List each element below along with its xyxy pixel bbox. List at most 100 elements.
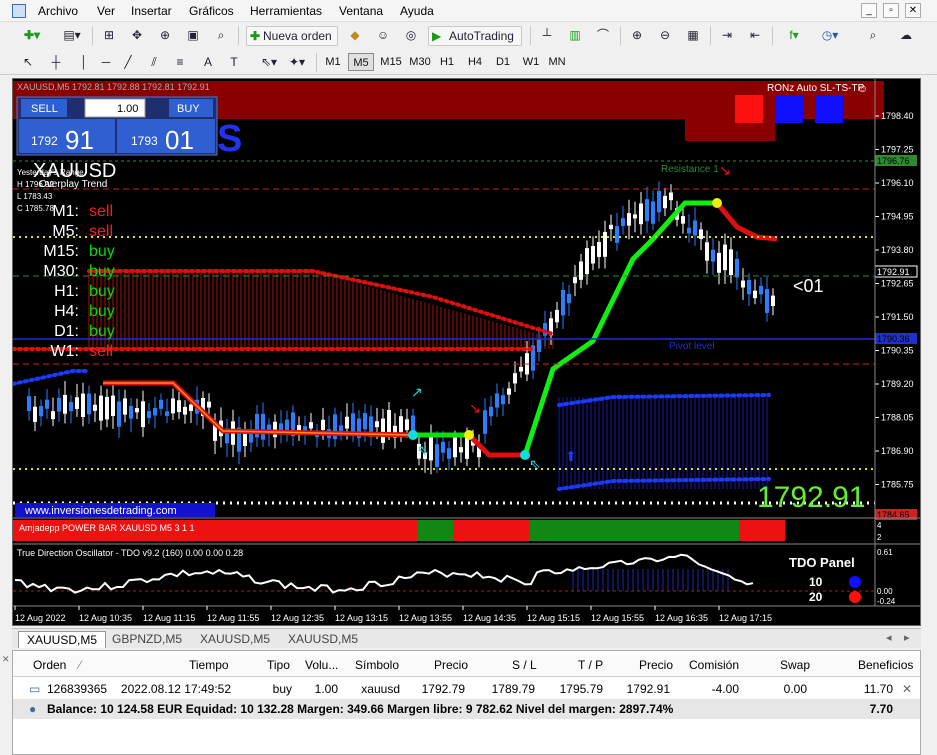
- menu-ventana[interactable]: Ventana: [339, 4, 383, 18]
- tf-d1[interactable]: D1: [490, 53, 516, 71]
- chat-icon[interactable]: ☁: [894, 26, 918, 46]
- close-icon[interactable]: ✕: [905, 3, 921, 18]
- time-tick-label: 12 Aug 16:35: [655, 613, 708, 623]
- signal-arrow-icon: ↘: [719, 162, 731, 178]
- tf-mn[interactable]: MN: [544, 53, 570, 71]
- signals-icon[interactable]: ☺: [374, 26, 392, 46]
- resistance-tag-text: 1796.76: [877, 156, 910, 166]
- cell-volumen: 1.00: [314, 682, 338, 696]
- shapes-icon[interactable]: ✦▾: [284, 53, 310, 73]
- trendline-icon[interactable]: ╱: [120, 53, 136, 73]
- menu-ayuda[interactable]: Ayuda: [400, 4, 434, 18]
- channel-icon[interactable]: ⫽: [146, 53, 162, 73]
- tf-w1[interactable]: W1: [518, 53, 544, 71]
- candle-bear: [75, 397, 79, 409]
- cursor-icon[interactable]: ↖: [20, 53, 36, 73]
- market-watch-icon[interactable]: ⊞: [100, 26, 118, 46]
- terminal-icon[interactable]: ▣: [184, 26, 202, 46]
- market-icon[interactable]: ◎: [402, 26, 420, 46]
- close-order-icon[interactable]: ✕: [902, 679, 912, 699]
- minimize-icon[interactable]: _: [861, 3, 877, 18]
- zoom-out-icon[interactable]: ⊖: [656, 26, 674, 46]
- col-orden[interactable]: Orden: [33, 655, 66, 675]
- arrows-icon[interactable]: ⇖▾: [256, 53, 282, 73]
- cell-simbolo: xauusd: [361, 682, 400, 696]
- menu-ver[interactable]: Ver: [97, 4, 115, 18]
- new-chart-icon[interactable]: ✚▾: [18, 26, 46, 46]
- col-tipo[interactable]: Tipo: [267, 655, 290, 675]
- cell-beneficios: 11.70: [863, 682, 893, 696]
- menu-graficos[interactable]: Gráficos: [189, 4, 234, 18]
- navigator-icon[interactable]: ✥: [128, 26, 146, 46]
- blue-square-1: [775, 95, 803, 123]
- tf-m30[interactable]: M30: [405, 53, 435, 71]
- terminal-close-icon[interactable]: ✕: [2, 654, 10, 665]
- horizontal-line-icon[interactable]: ─: [98, 53, 114, 73]
- bar-chart-icon[interactable]: ┴: [538, 26, 556, 46]
- candle-bull: [165, 411, 169, 416]
- zoom-in-icon[interactable]: ⊕: [628, 26, 646, 46]
- tab-scroll-left-icon[interactable]: ◂: [886, 631, 892, 644]
- menu-herramientas[interactable]: Herramientas: [250, 4, 322, 18]
- tab-gbpnzd-m5[interactable]: GBPNZD,M5: [104, 631, 190, 648]
- tf-m15[interactable]: M15: [376, 53, 406, 71]
- price-chart[interactable]: ↗↘⇖⇖↘⬆ XAUUSD,M5 1792.81 1792.88 1792.81…: [11, 79, 920, 625]
- col-comision[interactable]: Comisión: [689, 655, 739, 675]
- col-tiempo[interactable]: Tiempo: [189, 655, 229, 675]
- restore-icon[interactable]: ▫: [883, 3, 899, 18]
- chart-window[interactable]: ↗ ↘ ⇖ ⇖ ↘ ⬆ XAUUSD,M5 1792.81 1792.88 1792.81…: [11, 78, 921, 626]
- tab-xauusd-m5-2[interactable]: XAUUSD,M5: [192, 631, 278, 648]
- col-swap[interactable]: Swap: [780, 655, 810, 675]
- tdo-line: [14, 553, 754, 594]
- candle-bear: [93, 404, 97, 411]
- data-window-icon[interactable]: ⊕: [156, 26, 174, 46]
- candle-bull: [363, 413, 367, 430]
- autoscroll-icon[interactable]: ⇥: [718, 26, 736, 46]
- tab-xauusd-m5-1[interactable]: XAUUSD,M5: [18, 631, 107, 648]
- crosshair-icon[interactable]: ┼: [48, 53, 64, 73]
- signal-dot: [712, 198, 722, 208]
- sell-price-big: 91: [65, 125, 94, 155]
- col-beneficios[interactable]: Beneficios: [858, 655, 913, 675]
- col-simbolo[interactable]: Símbolo: [355, 655, 399, 675]
- candle-bear: [669, 192, 673, 201]
- fibonacci-icon[interactable]: ≡: [172, 53, 188, 73]
- menu-archivo[interactable]: Archivo: [38, 4, 78, 18]
- text-icon[interactable]: A: [200, 53, 216, 73]
- candle-bull: [711, 249, 715, 262]
- search-icon[interactable]: ⌕: [864, 26, 882, 46]
- tile-windows-icon[interactable]: ▦: [684, 26, 702, 46]
- profiles-icon[interactable]: ▤▾: [58, 26, 86, 46]
- line-chart-icon[interactable]: ⌒: [594, 26, 612, 46]
- col-volumen[interactable]: Volu...: [305, 655, 338, 675]
- sell-price-small: 1792: [31, 134, 58, 148]
- tdo-value-1: 10: [809, 575, 823, 589]
- vertical-line-icon[interactable]: │: [76, 53, 92, 73]
- menu-insertar[interactable]: Insertar: [131, 4, 172, 18]
- label-icon[interactable]: T: [226, 53, 242, 73]
- tester-icon[interactable]: ⌕: [212, 26, 230, 46]
- indicators-icon[interactable]: f▾: [780, 26, 808, 46]
- candle-bear: [603, 231, 607, 257]
- tf-h1[interactable]: H1: [434, 53, 460, 71]
- periods-icon[interactable]: ◷▾: [816, 26, 844, 46]
- tf-h4[interactable]: H4: [462, 53, 488, 71]
- autotrading-button[interactable]: ▶ AutoTrading: [428, 26, 522, 46]
- metaeditor-icon[interactable]: ◆: [346, 26, 364, 46]
- tf-m5[interactable]: M5: [348, 53, 374, 71]
- col-precio[interactable]: Precio: [434, 655, 468, 675]
- tf-m1[interactable]: M1: [320, 53, 346, 71]
- table-row[interactable]: ▭ 126839365 2022.08.12 17:49:52 buy 1.00…: [13, 679, 920, 699]
- tab-scroll-right-icon[interactable]: ▸: [904, 631, 910, 644]
- candle-bear: [309, 422, 313, 429]
- col-sl[interactable]: S / L: [512, 655, 537, 675]
- trend-tf-label: M30:: [43, 263, 79, 280]
- new-order-button[interactable]: ✚ Nueva orden: [246, 26, 338, 46]
- candlestick-icon[interactable]: ▥: [566, 26, 584, 46]
- col-precio-actual[interactable]: Precio: [639, 655, 673, 675]
- chart-shift-icon[interactable]: ⇤: [746, 26, 764, 46]
- tab-xauusd-m5-3[interactable]: XAUUSD,M5: [280, 631, 366, 648]
- col-tp[interactable]: T / P: [578, 655, 603, 675]
- arrow-price-label: <01: [793, 276, 824, 296]
- buy-price-big: 01: [165, 125, 194, 155]
